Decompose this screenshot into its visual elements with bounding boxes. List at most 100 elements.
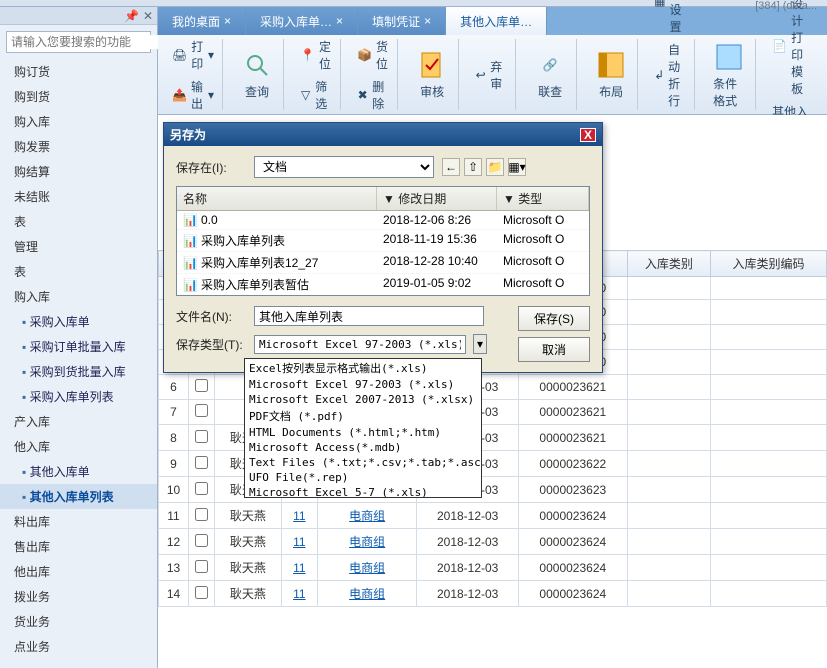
nav-item[interactable]: 管理 — [0, 234, 157, 259]
tab[interactable]: 其他入库单… — [446, 7, 547, 35]
nav-item[interactable]: 表 — [0, 209, 157, 234]
savein-select[interactable]: 文档 — [254, 156, 434, 178]
audit-button[interactable]: 审核 — [410, 47, 454, 102]
col-type[interactable]: ▼ 类型 — [497, 187, 589, 210]
dropdown-option[interactable]: UFO File(*.rep) — [245, 470, 481, 485]
nav-item[interactable]: 货业务 — [0, 609, 157, 634]
table-row[interactable]: 11耿天燕11电商组2018-12-030000023624 — [159, 503, 827, 529]
table-row[interactable]: 12耿天燕11电商组2018-12-030000023624 — [159, 529, 827, 555]
filename-input[interactable] — [254, 306, 484, 326]
file-list[interactable]: 名称 ▼ 修改日期 ▼ 类型 📊0.02018-12-06 8:26Micros… — [176, 186, 590, 296]
output-button[interactable]: 📤输出 ▾ — [168, 76, 218, 114]
nav-item[interactable]: 购结算 — [0, 159, 157, 184]
nav-item[interactable]: 他出库 — [0, 559, 157, 584]
row-checkbox[interactable] — [189, 425, 215, 451]
savetype-dropdown[interactable]: Excel按列表显示格式输出(*.xls)Microsoft Excel 97-… — [244, 358, 482, 498]
colset-button[interactable]: ▦栏目设置 — [650, 0, 690, 37]
print-button[interactable]: 🖨打印 ▾ — [168, 36, 218, 74]
viewmode-icon[interactable]: ▦▾ — [508, 158, 526, 176]
row-checkbox[interactable] — [189, 555, 215, 581]
stock-button[interactable]: 📦货位 — [353, 36, 393, 74]
savetype-select[interactable] — [254, 335, 466, 354]
row-checkbox[interactable] — [189, 400, 215, 425]
group-link[interactable]: 电商组 — [317, 555, 417, 581]
pin-icon[interactable]: 📌 — [124, 9, 139, 23]
dept-link[interactable]: 11 — [281, 529, 317, 555]
nav-subitem[interactable]: 采购入库单列表 — [0, 384, 157, 409]
up-icon[interactable]: ⇧ — [464, 158, 482, 176]
row-checkbox[interactable] — [189, 529, 215, 555]
tab[interactable]: 采购入库单… × — [246, 7, 358, 35]
group-link[interactable]: 电商组 — [317, 581, 417, 607]
row-checkbox[interactable] — [189, 451, 215, 477]
dialog-close-button[interactable]: X — [580, 128, 596, 142]
dropdown-option[interactable]: Microsoft Excel 2007-2013 (*.xlsx) — [245, 392, 481, 407]
cancel-button[interactable]: 取消 — [518, 337, 590, 362]
nav-item[interactable]: 购入库 — [0, 109, 157, 134]
group-link[interactable]: 电商组 — [317, 529, 417, 555]
nav-subitem[interactable]: 采购订单批量入库 — [0, 334, 157, 359]
file-row[interactable]: 📊0.02018-12-06 8:26Microsoft O — [177, 211, 589, 230]
nav-item[interactable]: 购订货 — [0, 59, 157, 84]
nav-item[interactable]: 购发票 — [0, 134, 157, 159]
close-icon[interactable]: ✕ — [143, 9, 153, 23]
row-checkbox[interactable] — [189, 477, 215, 503]
nav-item[interactable]: 产入库 — [0, 409, 157, 434]
condfmt-button[interactable]: 条件格式 — [707, 39, 751, 111]
nav-subitem[interactable]: 采购入库单 — [0, 309, 157, 334]
tab[interactable]: 我的桌面 × — [158, 7, 246, 35]
table-row[interactable]: 13耿天燕11电商组2018-12-030000023624 — [159, 555, 827, 581]
table-row[interactable]: 14耿天燕11电商组2018-12-030000023624 — [159, 581, 827, 607]
nav-item[interactable]: 拨业务 — [0, 584, 157, 609]
nav-item[interactable]: 售出库 — [0, 534, 157, 559]
back-icon[interactable]: ← — [442, 158, 460, 176]
tab-close-icon[interactable]: × — [424, 14, 431, 28]
search-input[interactable] — [7, 35, 170, 49]
dropdown-option[interactable]: Text Files (*.txt;*.csv;*.tab;*.asc) — [245, 455, 481, 470]
dept-link[interactable]: 11 — [281, 555, 317, 581]
dropdown-option[interactable]: HTML Documents (*.html;*.htm) — [245, 425, 481, 440]
col-name[interactable]: 名称 — [177, 187, 377, 210]
row-checkbox[interactable] — [189, 503, 215, 529]
nav-subitem[interactable]: 其他入库单列表 — [0, 484, 157, 509]
search-box[interactable] — [6, 31, 151, 53]
nav-item[interactable]: 料出库 — [0, 509, 157, 534]
nav-subitem[interactable]: 采购到货批量入库 — [0, 359, 157, 384]
locate-button[interactable]: 📍定位 — [296, 36, 336, 74]
nav-item[interactable]: 点业务 — [0, 634, 157, 659]
dept-link[interactable]: 11 — [281, 503, 317, 529]
save-button[interactable]: 保存(S) — [518, 306, 590, 331]
template-button[interactable]: 📄设计打印模板 — [768, 0, 817, 99]
col-date[interactable]: ▼ 修改日期 — [377, 187, 497, 210]
row-checkbox[interactable] — [189, 581, 215, 607]
dept-link[interactable]: 11 — [281, 581, 317, 607]
group-link[interactable]: 电商组 — [317, 503, 417, 529]
dropdown-option[interactable]: PDF文档 (*.pdf) — [245, 407, 481, 425]
chevron-down-icon[interactable]: ▾ — [473, 334, 487, 354]
abandon-button[interactable]: ↩弃审 — [471, 56, 511, 94]
file-row[interactable]: 📊采购入库单列表12_272018-12-28 10:40Microsoft O — [177, 252, 589, 274]
filter-button[interactable]: ▽筛选 — [296, 76, 336, 114]
layout-button[interactable]: 布局 — [589, 47, 633, 102]
query-button[interactable]: 查询 — [235, 47, 279, 102]
delete-button[interactable]: ✖删除 — [353, 76, 393, 114]
tab[interactable]: 填制凭证 × — [358, 7, 446, 35]
row-checkbox[interactable] — [189, 375, 215, 400]
nav-item[interactable]: 未结账 — [0, 184, 157, 209]
nav-item[interactable]: 购入库 — [0, 284, 157, 309]
file-row[interactable]: 📊采购入库单列表暂估2019-01-05 9:02Microsoft O — [177, 274, 589, 296]
link-button[interactable]: 🔗联查 — [528, 47, 572, 102]
table-header[interactable]: 入库类别编码 — [710, 251, 826, 277]
newfolder-icon[interactable]: 📁 — [486, 158, 504, 176]
nav-item[interactable]: 表 — [0, 259, 157, 284]
nav-subitem[interactable]: 其他入库单 — [0, 459, 157, 484]
autofold-button[interactable]: ↲自动折行 — [650, 39, 690, 111]
table-header[interactable]: 入库类别 — [627, 251, 710, 277]
tab-close-icon[interactable]: × — [224, 14, 231, 28]
nav-item[interactable]: 购到货 — [0, 84, 157, 109]
dropdown-option[interactable]: Excel按列表显示格式输出(*.xls) — [245, 359, 481, 377]
nav-item[interactable]: 他入库 — [0, 434, 157, 459]
dropdown-option[interactable]: Microsoft Excel 97-2003 (*.xls) — [245, 377, 481, 392]
dropdown-option[interactable]: Microsoft Excel 5-7 (*.xls) — [245, 485, 481, 498]
file-row[interactable]: 📊采购入库单列表2018-11-19 15:36Microsoft O — [177, 230, 589, 252]
